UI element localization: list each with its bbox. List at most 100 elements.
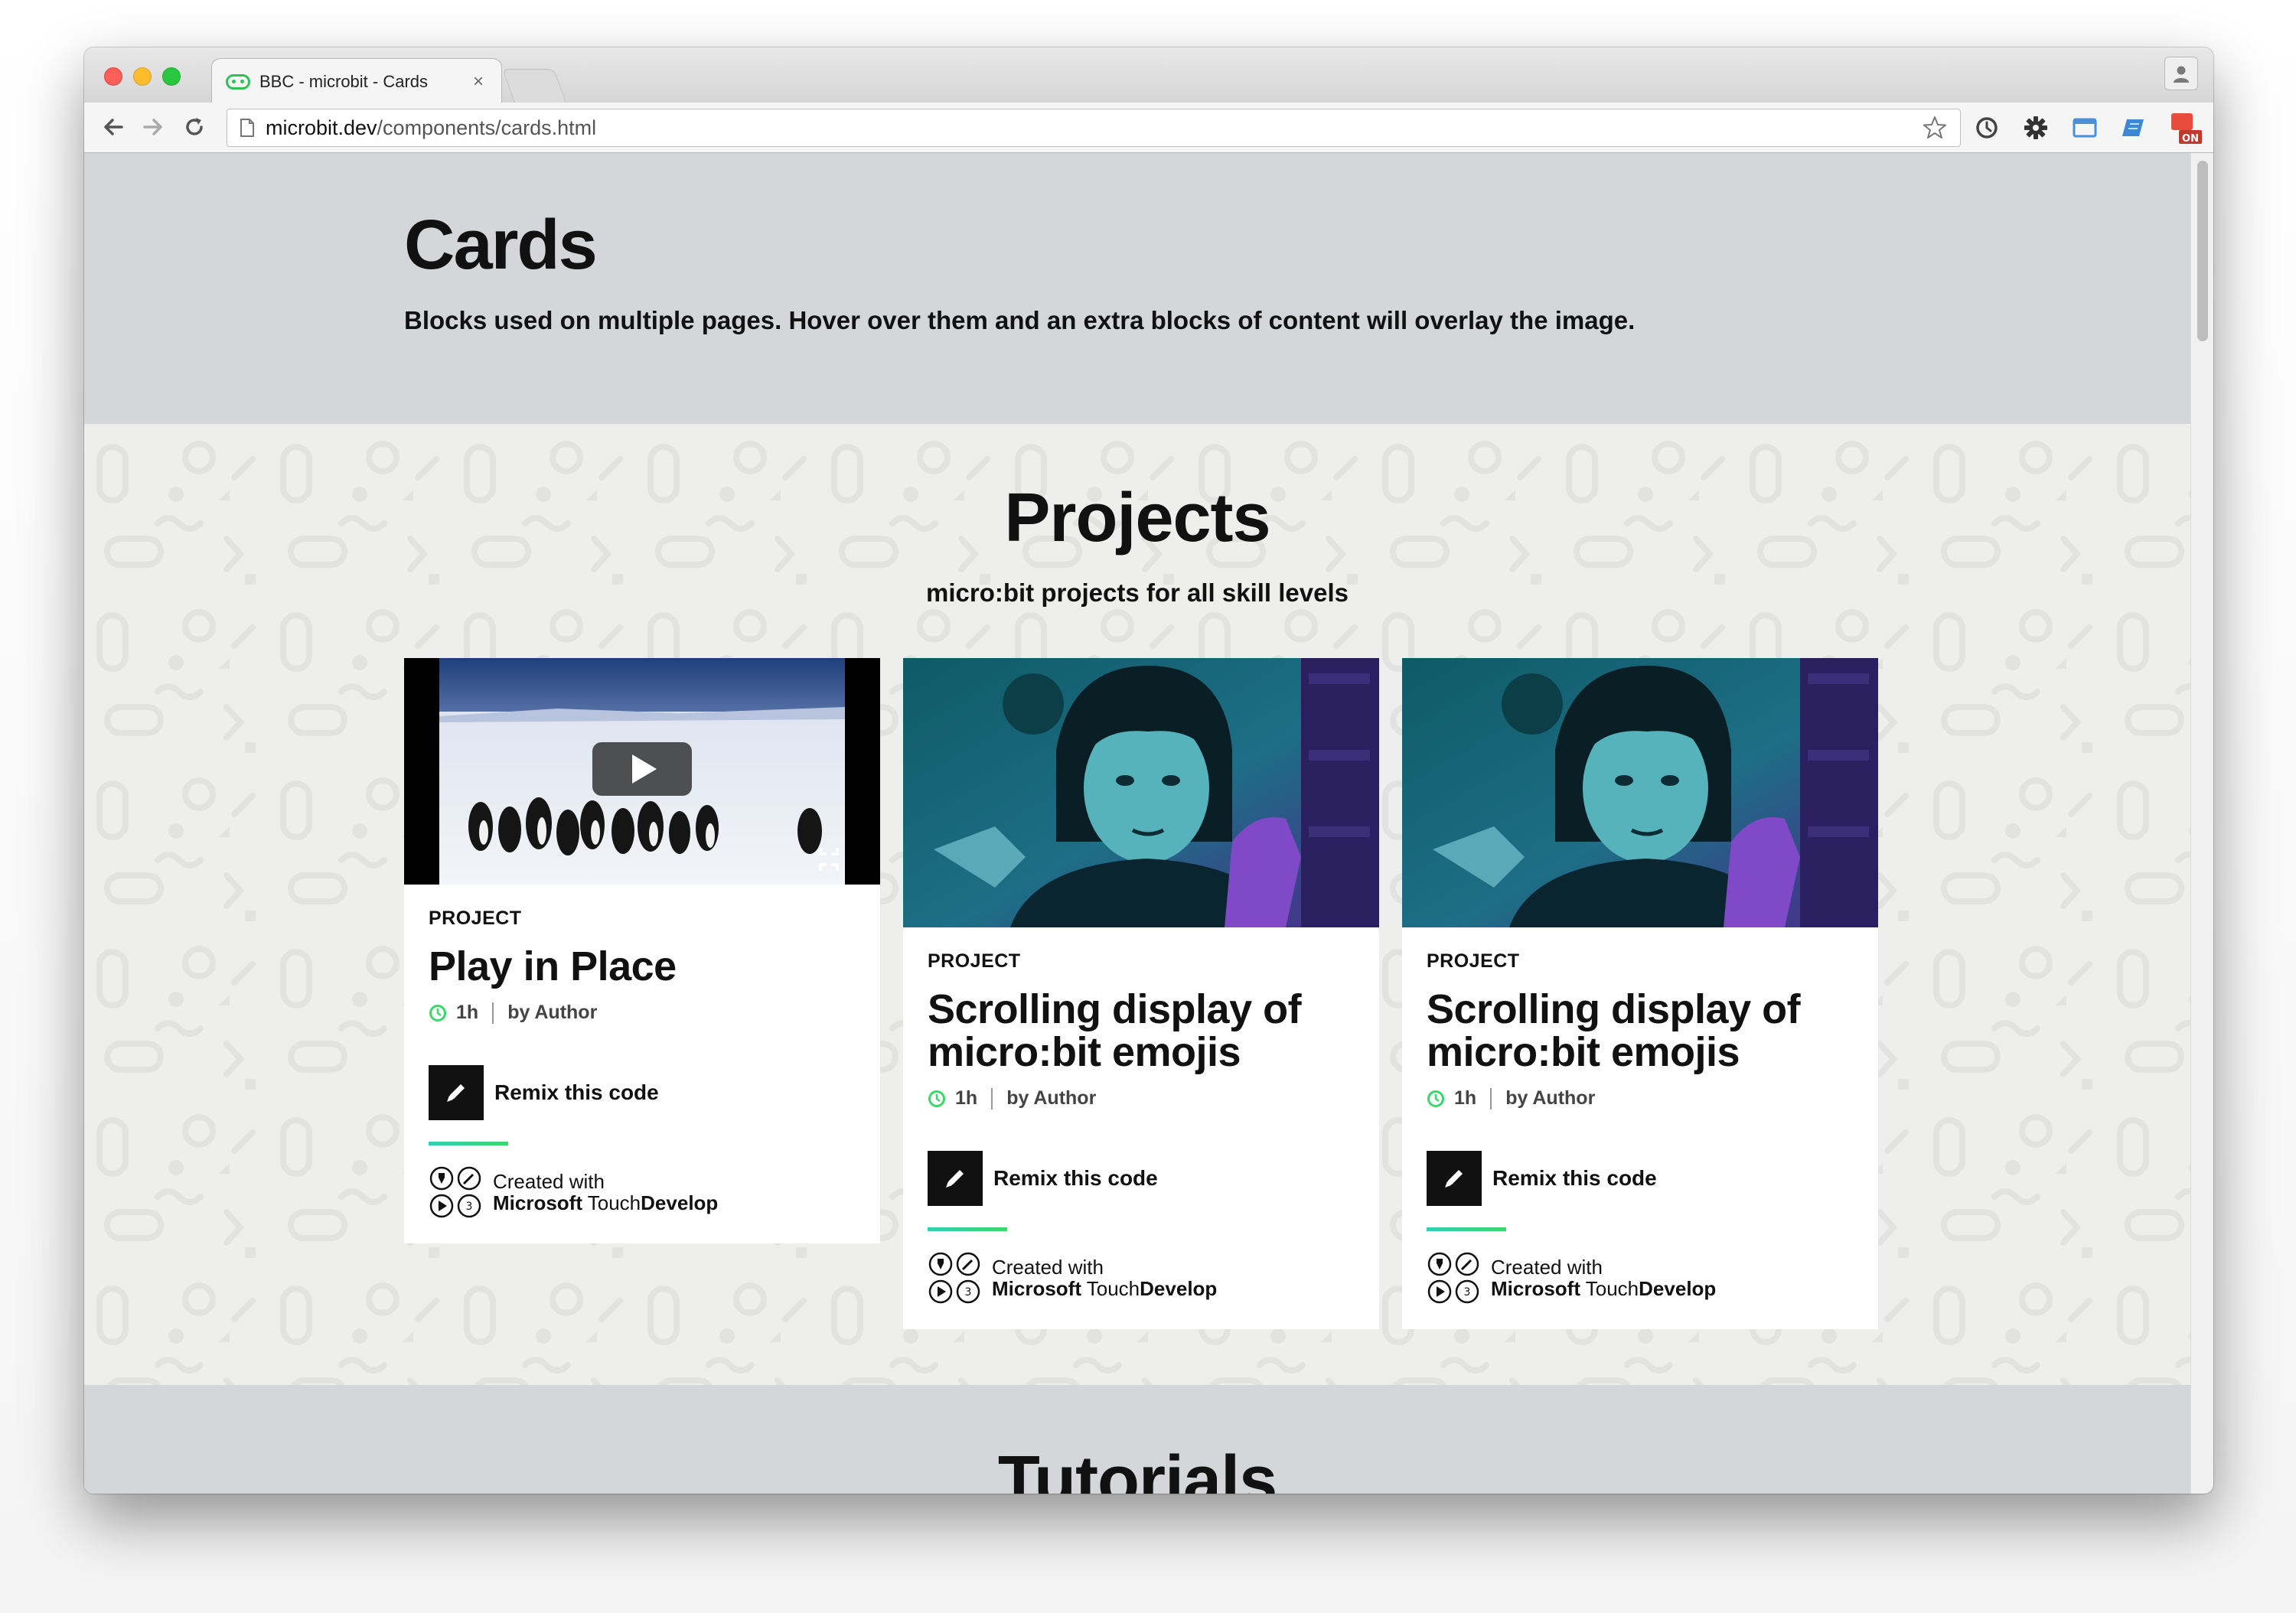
clock-icon	[429, 1004, 446, 1022]
remix-button[interactable]	[928, 1151, 983, 1206]
card-meta: 1h by Author	[429, 1002, 856, 1024]
reload-icon	[186, 118, 203, 135]
window-minimize-button[interactable]	[133, 67, 152, 86]
projects-title: Projects	[1004, 480, 1270, 556]
forward-button[interactable]	[138, 112, 168, 142]
card-duration: 1h	[1454, 1087, 1477, 1109]
page-subtitle: Blocks used on multiple pages. Hover ove…	[404, 306, 1636, 334]
cards-hero: Cards Blocks used on multiple pages. Hov…	[84, 153, 2190, 424]
on-extension-button[interactable]: ON	[2164, 112, 2206, 145]
tab-strip: BBC - microbit - Cards ×	[84, 47, 2213, 104]
settings-extension-button[interactable]	[2019, 112, 2053, 144]
scrollbar-thumb[interactable]	[2197, 161, 2208, 341]
pencil-icon	[1445, 1170, 1463, 1188]
card-duration: 1h	[456, 1002, 479, 1023]
new-tab-button[interactable]	[501, 69, 567, 103]
card-author[interactable]: by Author	[1505, 1087, 1595, 1110]
accent-divider	[1427, 1227, 1506, 1231]
browser-toolbar: microbit.dev/components/cards.html ON	[84, 103, 2213, 153]
svg-text:ON: ON	[2182, 133, 2199, 145]
remix-code-link[interactable]: Remix this code	[429, 1065, 856, 1120]
created-with-text: Created with Microsoft TouchDevelop	[493, 1170, 719, 1214]
projects-subtitle: micro:bit projects for all skill levels	[925, 578, 1349, 607]
card-kicker: PROJECT	[1427, 950, 1520, 972]
touchdevelop-logo-icon: 3	[1427, 1252, 1479, 1304]
card-title[interactable]: Play in Place	[429, 945, 856, 988]
back-button[interactable]	[98, 112, 129, 142]
bookmark-icon	[2122, 119, 2144, 136]
sync-extension-button[interactable]	[1970, 112, 2004, 144]
card-title[interactable]: Scrolling display of micro:bit emojis	[1427, 988, 1854, 1074]
active-tab[interactable]: BBC - microbit - Cards ×	[211, 58, 502, 104]
remix-button[interactable]	[429, 1065, 484, 1120]
gear-icon	[2024, 116, 2047, 139]
projects-section: Projects micro:bit projects for all skil…	[84, 424, 2190, 1385]
reload-button[interactable]	[179, 112, 210, 142]
microbit-favicon-icon	[226, 73, 250, 90]
profile-button[interactable]	[2164, 57, 2198, 90]
window-close-button[interactable]	[104, 67, 122, 86]
created-with: 3 Created with Microsoft TouchDevelop	[1427, 1251, 1854, 1305]
meta-divider	[492, 1002, 494, 1024]
card-meta: 1h by Author	[1427, 1087, 1854, 1110]
touchdevelop-logo-icon: 3	[429, 1166, 481, 1218]
svg-text:3: 3	[965, 1286, 972, 1299]
tab-title: BBC - microbit - Cards	[259, 71, 429, 91]
window-maximize-button[interactable]	[162, 67, 181, 86]
meta-divider	[1490, 1087, 1492, 1110]
project-card[interactable]: PROJECT Play in Place 1h by Author Remix…	[404, 658, 880, 1243]
project-card[interactable]: PROJECT Scrolling display of micro:bit e…	[1402, 658, 1878, 1329]
remix-code-link[interactable]: Remix this code	[928, 1151, 1355, 1206]
extension-on-icon: ON	[2171, 113, 2202, 145]
remix-button[interactable]	[1427, 1151, 1482, 1206]
tutorials-section: Tutorials	[84, 1385, 2190, 1494]
card-duration: 1h	[955, 1087, 978, 1109]
forward-arrow-icon	[143, 119, 162, 135]
card-title[interactable]: Scrolling display of micro:bit emojis	[928, 988, 1355, 1074]
star-icon[interactable]	[1922, 115, 1948, 141]
card-image[interactable]	[903, 658, 1379, 927]
window-extension-button[interactable]	[2068, 112, 2102, 144]
remix-label[interactable]: Remix this code	[1492, 1166, 1657, 1191]
penguins-video-image	[404, 658, 880, 885]
page-content: Cards Blocks used on multiple pages. Hov…	[84, 153, 2190, 1494]
accent-divider	[928, 1227, 1007, 1231]
card-kicker: PROJECT	[429, 908, 522, 929]
sync-icon	[1976, 117, 1998, 138]
person-icon	[2174, 66, 2189, 83]
url-text: microbit.dev/components/cards.html	[266, 116, 597, 139]
accent-divider	[429, 1142, 508, 1145]
remix-label[interactable]: Remix this code	[494, 1080, 659, 1105]
svg-text:3: 3	[1464, 1286, 1471, 1299]
address-bar[interactable]: microbit.dev/components/cards.html	[227, 109, 1961, 147]
page-icon	[240, 119, 254, 137]
clock-icon	[1427, 1090, 1444, 1107]
presenter-image	[903, 658, 1379, 927]
card-author[interactable]: by Author	[507, 1002, 597, 1024]
tab-close-icon[interactable]: ×	[469, 71, 488, 93]
pencil-icon	[946, 1170, 964, 1188]
created-with: 3 Created with Microsoft TouchDevelop	[429, 1165, 856, 1219]
created-with-text: Created with Microsoft TouchDevelop	[1491, 1256, 1717, 1300]
window-icon	[2073, 118, 2097, 138]
card-author[interactable]: by Author	[1006, 1087, 1096, 1110]
bookmark-extension-button[interactable]	[2117, 112, 2151, 144]
remix-code-link[interactable]: Remix this code	[1427, 1151, 1854, 1206]
created-with-text: Created with Microsoft TouchDevelop	[992, 1256, 1218, 1300]
pencil-icon	[447, 1084, 465, 1102]
back-arrow-icon	[104, 119, 123, 135]
project-card[interactable]: PROJECT Scrolling display of micro:bit e…	[903, 658, 1379, 1329]
card-meta: 1h by Author	[928, 1087, 1355, 1110]
meta-divider	[991, 1087, 993, 1110]
card-image[interactable]	[1402, 658, 1878, 927]
presenter-image	[1402, 658, 1878, 927]
remix-label[interactable]: Remix this code	[993, 1166, 1158, 1191]
browser-window: BBC - microbit - Cards × microbit.dev/co…	[84, 47, 2213, 1494]
clock-icon	[928, 1090, 945, 1107]
svg-text:3: 3	[466, 1201, 473, 1213]
page-scrollbar[interactable]	[2190, 153, 2213, 1494]
page-title: Cards	[404, 206, 598, 284]
touchdevelop-logo-icon: 3	[928, 1252, 980, 1304]
card-kicker: PROJECT	[928, 950, 1021, 972]
video-thumbnail[interactable]	[404, 658, 880, 885]
